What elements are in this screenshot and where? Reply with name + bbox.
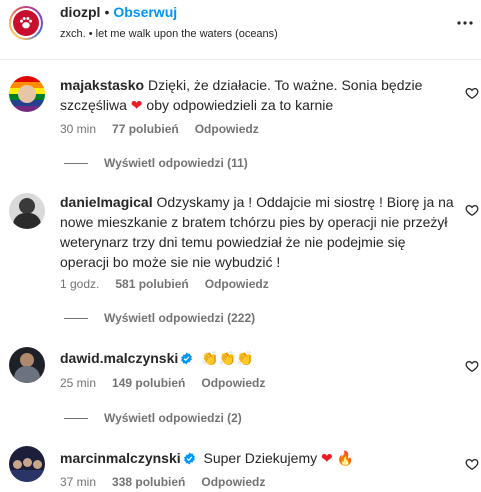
separator-dot: • — [104, 4, 110, 20]
like-heart-icon[interactable] — [465, 86, 479, 100]
comment-time[interactable]: 30 min — [60, 122, 96, 136]
comment-likes[interactable]: 581 polubień — [115, 277, 188, 291]
like-heart-icon[interactable] — [465, 203, 479, 217]
comment-likes[interactable]: 149 polubień — [112, 376, 185, 390]
comment-text: danielmagical Odzyskamy ja ! Oddajcie mi… — [60, 192, 458, 272]
like-heart-icon[interactable] — [465, 457, 479, 471]
comment-username[interactable]: dawid.malczynski — [60, 350, 178, 366]
header-divider — [0, 59, 481, 60]
follow-button[interactable]: Obserwuj — [113, 4, 177, 20]
replies-line — [64, 163, 88, 165]
reply-button[interactable]: Odpowiedz — [205, 277, 269, 291]
comment-body: Super Dziekujemy — [203, 450, 318, 466]
paw-logo-icon — [13, 10, 39, 36]
red-heart-emoji: ❤ — [130, 98, 143, 114]
replies-line — [64, 318, 88, 320]
comment-body-continued: oby odpowiedzieli za to karnie — [146, 97, 334, 113]
author-username[interactable]: diozpl — [60, 4, 100, 20]
comment-meta: 37 min 338 polubień Odpowiedz — [60, 475, 281, 489]
comment-meta: 25 min 149 polubień Odpowiedz — [60, 376, 281, 390]
commenter-avatar[interactable] — [9, 446, 45, 482]
comment-meta: 1 godz. 581 polubień Odpowiedz — [60, 277, 285, 291]
comment-time[interactable]: 37 min — [60, 475, 96, 489]
comment-likes[interactable]: 77 polubień — [112, 122, 179, 136]
view-replies-label: Wyświetl odpowiedzi (222) — [104, 311, 256, 325]
comment-likes[interactable]: 338 polubień — [112, 475, 185, 489]
audio-info[interactable]: zxch. • let me walk upon the waters (oce… — [60, 28, 278, 40]
view-replies-label: Wyświetl odpowiedzi (11) — [104, 156, 248, 170]
comment-username[interactable]: danielmagical — [60, 194, 153, 210]
author-line: diozpl • Obserwuj — [60, 4, 177, 20]
reply-button[interactable]: Odpowiedz — [201, 475, 265, 489]
comment-text: marcinmalczynski Super Dziekujemy ❤ 🔥 — [60, 448, 458, 470]
more-options-icon[interactable] — [455, 13, 475, 33]
comment-text: majakstasko Dzięki, że działacie. To waż… — [60, 75, 458, 116]
clapping-hands-emoji: 👏👏👏 — [201, 351, 254, 367]
verified-badge-icon — [180, 350, 193, 370]
view-replies-button[interactable]: Wyświetl odpowiedzi (222) — [64, 311, 255, 325]
comment-username[interactable]: marcinmalczynski — [60, 450, 181, 466]
post-header: diozpl • Obserwuj zxch. • let me walk upon… — [0, 0, 481, 60]
verified-badge-icon — [183, 450, 196, 470]
commenter-avatar[interactable] — [9, 193, 45, 229]
reply-button[interactable]: Odpowiedz — [201, 376, 265, 390]
reply-button[interactable]: Odpowiedz — [195, 122, 259, 136]
comment-text: dawid.malczynski 👏👏👏 — [60, 348, 458, 370]
author-avatar[interactable] — [9, 6, 43, 40]
commenter-avatar[interactable] — [9, 76, 45, 112]
comment-meta: 30 min 77 polubień Odpowiedz — [60, 122, 275, 136]
view-replies-button[interactable]: Wyświetl odpowiedzi (2) — [64, 411, 242, 425]
like-heart-icon[interactable] — [465, 359, 479, 373]
commenter-avatar[interactable] — [9, 347, 45, 383]
comment-time[interactable]: 1 godz. — [60, 277, 99, 291]
comment-time[interactable]: 25 min — [60, 376, 96, 390]
view-replies-button[interactable]: Wyświetl odpowiedzi (11) — [64, 156, 248, 170]
red-heart-emoji: ❤ — [321, 451, 333, 467]
replies-line — [64, 418, 88, 420]
fire-emoji: 🔥 — [336, 451, 355, 467]
comment-username[interactable]: majakstasko — [60, 77, 144, 93]
view-replies-label: Wyświetl odpowiedzi (2) — [104, 411, 242, 425]
